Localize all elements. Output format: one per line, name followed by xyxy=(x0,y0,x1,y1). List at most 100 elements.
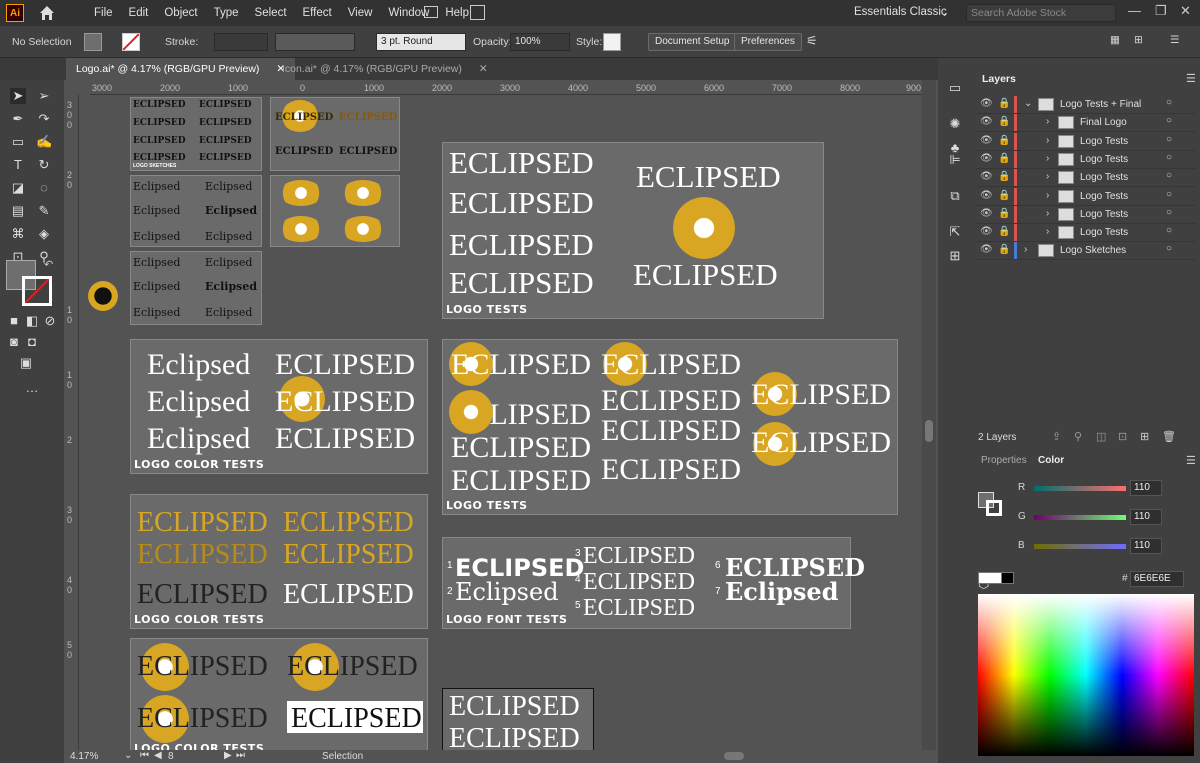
target-icon[interactable]: ○ xyxy=(1166,243,1172,254)
layer-row[interactable]: 👁 🔒 › Logo Tests ○ xyxy=(976,150,1196,169)
close-icon[interactable]: ✕ xyxy=(1180,3,1191,19)
eye-icon[interactable]: 👁 xyxy=(980,208,993,219)
artboard-sketches-2[interactable]: ECLIPSED ECLIPSED ECLIPSED ECLIPSED xyxy=(270,97,400,171)
lock-icon[interactable]: 🔒 xyxy=(998,171,1010,182)
target-icon[interactable]: ○ xyxy=(1166,225,1172,236)
target-icon[interactable]: ○ xyxy=(1166,170,1172,181)
panel-menu-icon[interactable]: ☰ xyxy=(1170,34,1179,46)
eye-icon[interactable]: 👁 xyxy=(980,153,993,164)
zoom-level[interactable]: 4.17% xyxy=(70,751,98,762)
selection-tool-icon[interactable]: ➤ xyxy=(10,88,26,104)
stroke-swatch[interactable] xyxy=(122,33,140,51)
align-panel-icon[interactable]: ⊫ xyxy=(947,152,963,168)
expand-chevron-icon[interactable]: ⌄ xyxy=(1024,98,1032,109)
opacity-field[interactable]: 100% xyxy=(510,33,570,51)
lock-icon[interactable]: 🔒 xyxy=(998,98,1010,109)
lasso-tool-icon[interactable]: ◌ xyxy=(36,180,52,196)
gradient-tool-icon[interactable]: ▤ xyxy=(10,203,26,219)
eye-icon[interactable]: 👁 xyxy=(980,190,993,201)
expand-chevron-icon[interactable]: › xyxy=(1046,171,1049,182)
vertical-scrollbar[interactable] xyxy=(922,80,936,750)
home-icon[interactable] xyxy=(38,4,56,22)
layer-row[interactable]: 👁 🔒 › Logo Sketches ○ xyxy=(976,242,1196,261)
collect-export-icon[interactable]: ⇪ xyxy=(1052,430,1061,443)
stroke-color-swatch[interactable] xyxy=(22,276,52,306)
layer-row[interactable]: 👁 🔒 › Logo Tests ○ xyxy=(976,132,1196,151)
clipping-mask-icon[interactable]: ◫ xyxy=(1096,430,1106,443)
layer-name[interactable]: Logo Tests + Final xyxy=(1060,99,1141,110)
layer-name[interactable]: Logo Tests xyxy=(1080,154,1128,165)
arrange-documents-icon[interactable] xyxy=(424,6,438,18)
shape-builder-tool-icon[interactable]: ⌘ xyxy=(10,226,26,242)
expand-chevron-icon[interactable]: › xyxy=(1046,226,1049,237)
expand-chevron-icon[interactable]: › xyxy=(1046,116,1049,127)
tab-logo[interactable]: Logo.ai* @ 4.17% (RGB/GPU Preview) ✕ xyxy=(66,58,296,80)
paintbrush-tool-icon[interactable]: ✍ xyxy=(36,134,52,150)
export-icon[interactable]: ⇱ xyxy=(947,224,963,240)
hex-value-input[interactable]: 6E6E6E xyxy=(1130,571,1184,587)
blue-slider[interactable] xyxy=(1034,544,1126,549)
fill-swatch[interactable] xyxy=(84,33,102,51)
document-setup-button[interactable]: Document Setup xyxy=(648,33,737,51)
green-value-input[interactable]: 110 xyxy=(1130,509,1162,525)
menu-select[interactable]: Select xyxy=(247,7,295,19)
menu-type[interactable]: Type xyxy=(206,7,247,19)
draw-normal-icon[interactable]: ◙ xyxy=(6,334,22,350)
menu-effect[interactable]: Effect xyxy=(295,7,340,19)
artboard-sketches-1[interactable]: ECLIPSED ECLIPSED ECLIPSED ECLIPSED ECLI… xyxy=(130,97,262,171)
artboard-sketches-3[interactable]: Eclipsed Eclipsed Eclipsed Eclipsed Ecli… xyxy=(130,175,262,247)
artboard-color-tests-2[interactable]: ECLIPSED ECLIPSED ECLIPSED ECLIPSED ECLI… xyxy=(130,494,428,629)
expand-chevron-icon[interactable]: › xyxy=(1024,244,1027,255)
layer-row[interactable]: 👁 🔒 › Logo Tests ○ xyxy=(976,187,1196,206)
direct-selection-tool-icon[interactable]: ➢ xyxy=(36,88,52,104)
eyedropper-tool-icon[interactable]: ✎ xyxy=(36,203,52,219)
close-tab-icon[interactable]: ✕ xyxy=(479,63,488,75)
chevron-down-icon[interactable]: ⌄ xyxy=(940,6,949,19)
target-icon[interactable]: ○ xyxy=(1166,97,1172,108)
gpu-performance-icon[interactable] xyxy=(470,5,485,20)
artboard-color-tests-3[interactable]: ECLIPSED ECLIPSED ECLIPSED ECLIPSED LOGO… xyxy=(130,638,428,750)
layer-row[interactable]: 👁 🔒 ⌄ Logo Tests + Final ○ xyxy=(976,96,1196,114)
lock-icon[interactable]: 🔒 xyxy=(998,244,1010,255)
layer-name[interactable]: Logo Tests xyxy=(1080,172,1128,183)
expand-chevron-icon[interactable]: › xyxy=(1046,135,1049,146)
graphic-style-swatch[interactable] xyxy=(603,33,621,51)
preferences-button[interactable]: Preferences xyxy=(734,33,802,51)
screen-mode-icon[interactable]: ▣ xyxy=(18,355,34,371)
artboard-logo-tests-2[interactable]: ECLIPSED ECLIPSED ECLIPSED ECLIPSED ECLI… xyxy=(442,339,898,515)
target-icon[interactable]: ○ xyxy=(1166,207,1172,218)
tab-color[interactable]: Color xyxy=(1038,455,1064,466)
restore-icon[interactable]: ❐ xyxy=(1155,3,1167,19)
live-paint-tool-icon[interactable]: ◈ xyxy=(36,226,52,242)
lock-icon[interactable]: 🔒 xyxy=(998,135,1010,146)
previous-artboard-icon[interactable]: ◀ xyxy=(154,750,162,761)
layers-title[interactable]: Layers xyxy=(982,73,1016,85)
eye-icon[interactable]: 👁 xyxy=(980,171,993,182)
more-tools-icon[interactable]: … xyxy=(24,380,40,396)
next-artboard-icon[interactable]: ▶ xyxy=(224,750,232,761)
artboard-font-tests[interactable]: 1 ECLIPSED 2 Eclipsed 3 ECLIPSED 4 ECLIP… xyxy=(442,537,865,629)
eye-icon[interactable]: 👁 xyxy=(980,98,993,109)
artboard-color-tests-1[interactable]: Eclipsed Eclipsed Eclipsed ECLIPSED ECLI… xyxy=(130,339,428,474)
expand-chevron-icon[interactable]: › xyxy=(1046,208,1049,219)
eye-icon[interactable]: 👁 xyxy=(980,226,993,237)
layer-row[interactable]: 👁 🔒 › Logo Tests ○ xyxy=(976,205,1196,224)
target-icon[interactable]: ○ xyxy=(1166,189,1172,200)
type-tool-icon[interactable]: T xyxy=(10,157,26,173)
locate-object-icon[interactable]: ⚲ xyxy=(1074,430,1082,443)
draw-behind-icon[interactable]: ◘ xyxy=(24,334,40,350)
layer-row[interactable]: 👁 🔒 › Logo Tests ○ xyxy=(976,169,1196,188)
layer-name[interactable]: Logo Tests xyxy=(1080,227,1128,238)
horizontal-scroll-thumb[interactable] xyxy=(724,752,744,760)
expand-chevron-icon[interactable]: › xyxy=(1046,190,1049,201)
transform-icon[interactable]: ⊞ xyxy=(1134,34,1143,46)
menu-file[interactable]: File xyxy=(86,7,121,19)
pen-tool-icon[interactable]: ✒ xyxy=(10,111,26,127)
swap-colors-icon[interactable]: ↶ xyxy=(44,258,53,271)
workspace-switcher[interactable]: Essentials Classic xyxy=(854,6,947,18)
tab-icon[interactable]: Icon.ai* @ 4.17% (RGB/GPU Preview) ✕ xyxy=(272,58,498,80)
new-layer-icon[interactable]: ⊞ xyxy=(1140,430,1149,443)
curvature-tool-icon[interactable]: ↷ xyxy=(36,111,52,127)
menu-view[interactable]: View xyxy=(340,7,381,19)
lock-icon[interactable]: 🔒 xyxy=(998,226,1010,237)
